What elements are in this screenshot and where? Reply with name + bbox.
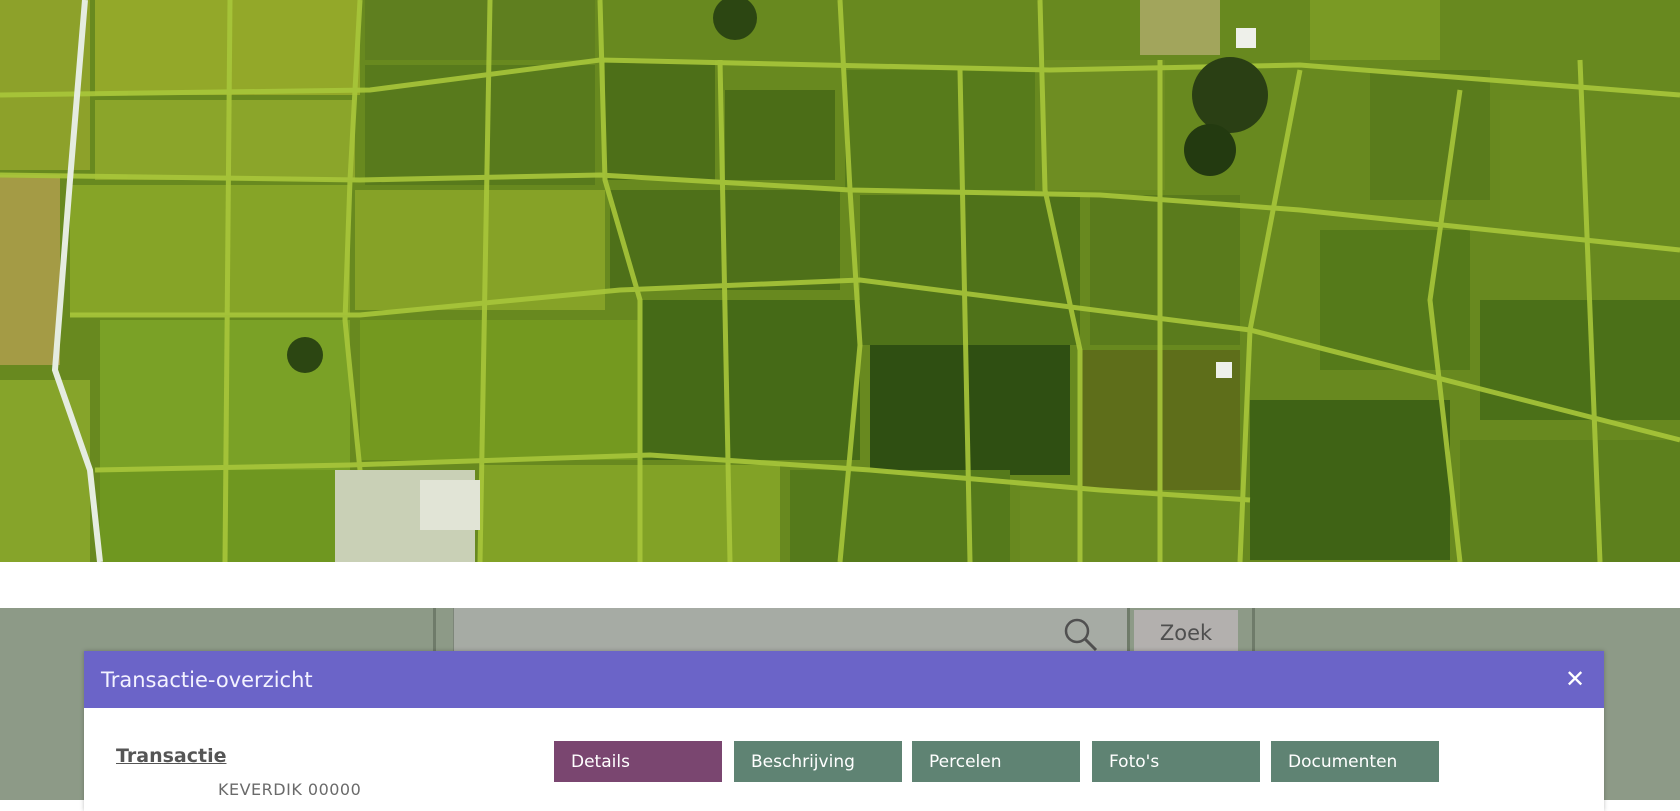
tab-percelen[interactable]: Percelen (912, 741, 1080, 782)
transaction-reference: KEVERDIK 00000 (218, 780, 362, 799)
toolbar-divider (433, 608, 436, 656)
tab-beschrijving[interactable]: Beschrijving (734, 741, 902, 782)
toolbar-divider (1127, 608, 1130, 656)
transaction-overview-dialog: Transactie-overzicht ✕ Transactie KEVERD… (84, 651, 1604, 811)
tab-details[interactable]: Details (554, 741, 722, 782)
hero-aerial-fields-image (0, 0, 1680, 562)
tab-fotos[interactable]: Foto's (1092, 741, 1260, 782)
toolbar-divider (1252, 608, 1255, 656)
close-icon[interactable]: ✕ (1564, 667, 1586, 691)
search-input[interactable] (453, 608, 1127, 656)
aerial-fields-drawing (0, 0, 1680, 562)
zoek-button[interactable]: Zoek (1134, 610, 1238, 656)
transaction-section-heading: Transactie (116, 745, 227, 767)
tab-documenten[interactable]: Documenten (1271, 741, 1439, 782)
search-icon[interactable] (1060, 614, 1100, 654)
dialog-title: Transactie-overzicht (101, 667, 313, 692)
dialog-header: Transactie-overzicht ✕ (84, 651, 1604, 708)
